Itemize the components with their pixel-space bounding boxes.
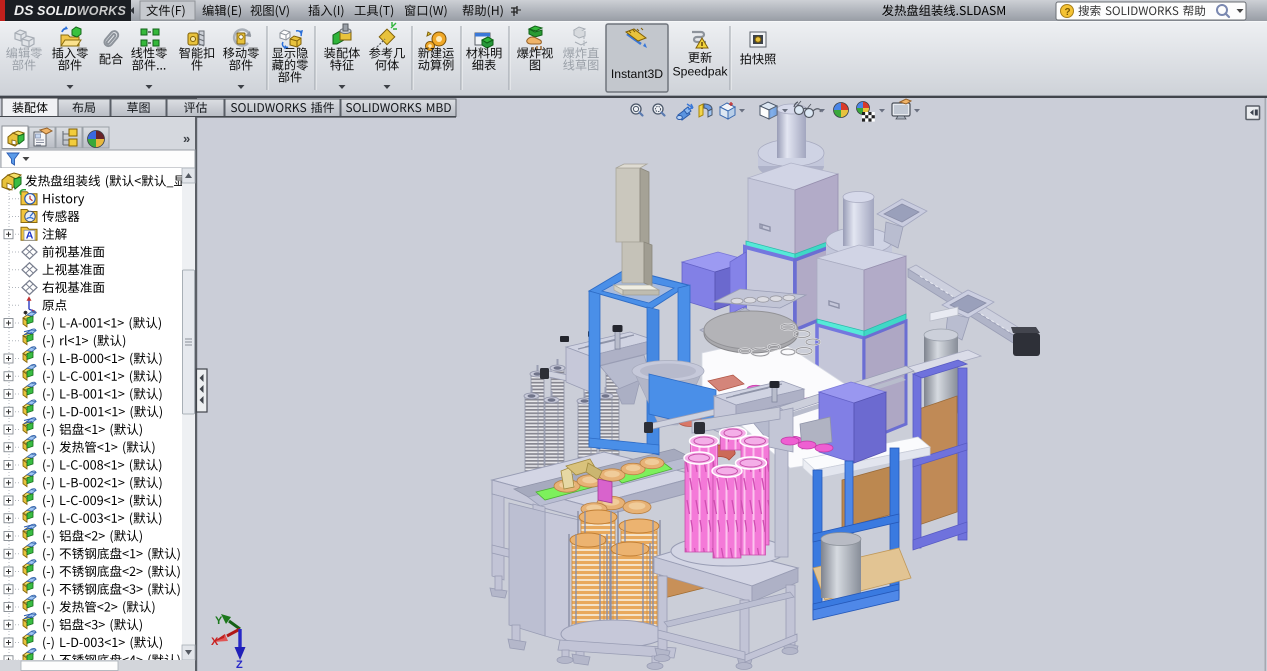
svg-text:SOLIDWORKS: SOLIDWORKS — [37, 4, 126, 18]
svg-text:Z: Z — [236, 659, 243, 671]
svg-text:?: ? — [1065, 7, 1071, 18]
svg-text:»: » — [183, 131, 190, 146]
svg-text:A: A — [26, 230, 34, 242]
svg-text:X: X — [211, 636, 219, 648]
svg-text:Y: Y — [215, 615, 223, 627]
svg-text:Speedpak: Speedpak — [673, 65, 729, 79]
svg-text:Instant3D: Instant3D — [611, 67, 663, 81]
svg-text:DS: DS — [14, 2, 34, 18]
